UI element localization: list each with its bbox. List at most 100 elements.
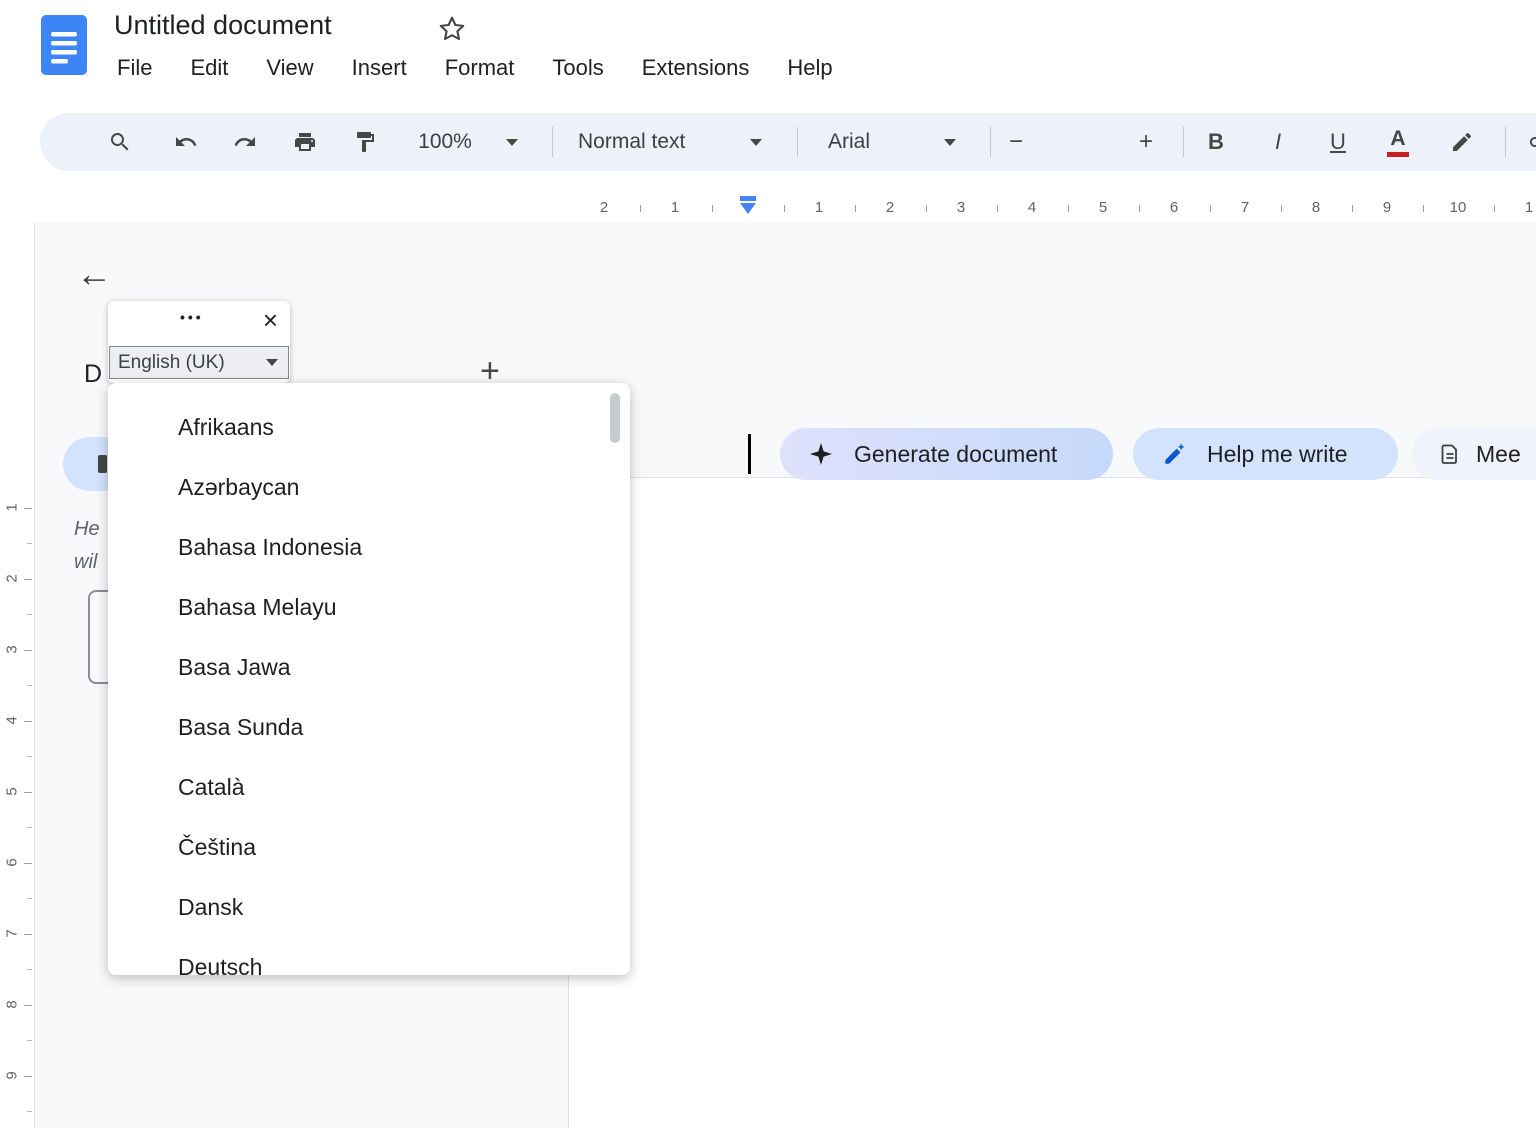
redo-icon (233, 130, 257, 154)
bold-label: B (1208, 129, 1224, 155)
ruler-tick (24, 650, 32, 651)
language-selected-value: English (UK) (118, 352, 266, 374)
print-button[interactable] (285, 113, 325, 171)
chevron-down-icon (266, 359, 278, 366)
language-option[interactable]: Deutsch (108, 937, 630, 975)
google-docs-logo-icon[interactable] (40, 14, 88, 76)
redo-button[interactable] (225, 113, 265, 171)
highlight-color-button[interactable] (1442, 113, 1482, 171)
ruler-tick (784, 205, 785, 212)
menu-file[interactable]: File (113, 53, 156, 83)
ruler-tick (24, 1076, 32, 1077)
first-line-indent-marker[interactable] (740, 196, 756, 201)
paragraph-style-select[interactable]: Normal text (572, 113, 732, 171)
toolbar-divider (552, 127, 553, 157)
star-icon[interactable] (437, 14, 467, 44)
menu-edit[interactable]: Edit (186, 53, 232, 83)
text-color-button[interactable]: A (1380, 113, 1416, 171)
language-option[interactable]: Afrikaans (108, 397, 630, 457)
ruler-number: 6 (1165, 199, 1183, 216)
menu-insert[interactable]: Insert (348, 53, 411, 83)
menu-tools[interactable]: Tools (548, 53, 607, 83)
back-button[interactable]: ← (76, 256, 112, 292)
partial-chip[interactable] (63, 437, 109, 491)
italic-button[interactable]: I (1260, 113, 1296, 171)
plus-icon: + (1139, 128, 1153, 156)
menu-extensions[interactable]: Extensions (638, 53, 754, 83)
document-page[interactable] (568, 477, 1536, 1128)
more-options-icon[interactable]: ••• (180, 309, 204, 325)
scrollbar-thumb[interactable] (610, 393, 620, 443)
ruler-tick (1281, 205, 1282, 212)
language-option[interactable]: Bahasa Indonesia (108, 517, 630, 577)
insert-link-button[interactable] (1520, 113, 1536, 171)
ruler-number: 5 (1094, 199, 1112, 216)
ruler-number: 2 (881, 199, 899, 216)
undo-button[interactable] (166, 113, 206, 171)
language-option[interactable]: Català (108, 757, 630, 817)
ruler-number: 2 (4, 571, 21, 587)
language-option[interactable]: Čeština (108, 817, 630, 877)
ruler-number: 3 (4, 642, 21, 658)
menu-bar: File Edit View Insert Format Tools Extensions H… (113, 53, 837, 83)
language-option[interactable]: Azərbaycan (108, 457, 630, 517)
horizontal-ruler[interactable]: 21123456789101 (568, 196, 1536, 222)
ruler-number: 8 (4, 997, 21, 1013)
font-family-value: Arial (828, 130, 870, 154)
ruler-tick (1423, 205, 1424, 212)
font-family-caret[interactable] (940, 113, 960, 171)
search-menus-button[interactable] (100, 113, 140, 171)
language-option[interactable]: Dansk (108, 877, 630, 937)
ruler-tick (27, 685, 32, 686)
font-family-select[interactable]: Arial (822, 113, 932, 171)
toolbar-divider (1183, 127, 1184, 157)
language-selector[interactable]: English (UK) (109, 346, 289, 379)
left-indent-marker[interactable] (740, 203, 756, 214)
ruler-number: 7 (4, 926, 21, 942)
chip-label: Generate document (854, 441, 1057, 468)
decrease-font-size-button[interactable]: − (1000, 113, 1032, 171)
ruler-tick (27, 969, 32, 970)
toolbar-divider (797, 127, 798, 157)
menu-help[interactable]: Help (783, 53, 836, 83)
chip-icon-fragment (98, 455, 107, 473)
meeting-notes-chip[interactable]: Mee (1412, 428, 1536, 480)
ruler-number: 8 (1307, 199, 1325, 216)
search-icon (108, 130, 132, 154)
underline-button[interactable]: U (1320, 113, 1356, 171)
print-icon (293, 130, 317, 154)
increase-font-size-button[interactable]: + (1130, 113, 1162, 171)
menu-format[interactable]: Format (441, 53, 519, 83)
language-option[interactable]: Bahasa Melayu (108, 577, 630, 637)
link-icon (1528, 130, 1536, 154)
generate-document-chip[interactable]: Generate document (780, 428, 1113, 480)
ruler-tick (27, 543, 32, 544)
document-title[interactable]: Untitled document (114, 10, 332, 41)
paint-format-button[interactable] (345, 113, 385, 171)
text-cursor (748, 434, 751, 474)
ruler-number: 9 (4, 1068, 21, 1084)
ruler-tick (24, 1005, 32, 1006)
paragraph-style-caret[interactable] (746, 113, 766, 171)
italic-label: I (1275, 129, 1281, 155)
chevron-down-icon (944, 139, 956, 146)
panel-hint-line-2: wil (74, 551, 97, 574)
close-icon[interactable]: × (263, 305, 278, 335)
help-me-write-chip[interactable]: Help me write (1133, 428, 1398, 480)
language-popup: ••• × English (UK) (108, 301, 290, 383)
language-option[interactable]: Basa Jawa (108, 637, 630, 697)
bold-button[interactable]: B (1198, 113, 1234, 171)
ruler-tick (27, 898, 32, 899)
panel-heading-partial: D (84, 360, 102, 389)
ruler-tick (24, 792, 32, 793)
chip-label: Help me write (1207, 441, 1348, 468)
language-dropdown-menu: AfrikaansAzərbaycanBahasa IndonesiaBahas… (108, 383, 630, 975)
zoom-caret[interactable] (502, 113, 522, 171)
language-option[interactable]: Basa Sunda (108, 697, 630, 757)
zoom-select[interactable]: 100% (402, 113, 488, 171)
ruler-tick (926, 205, 927, 212)
vertical-ruler[interactable]: 123456789 (0, 222, 35, 1128)
ruler-tick (24, 579, 32, 580)
menu-view[interactable]: View (262, 53, 317, 83)
ruler-tick (27, 1040, 32, 1041)
